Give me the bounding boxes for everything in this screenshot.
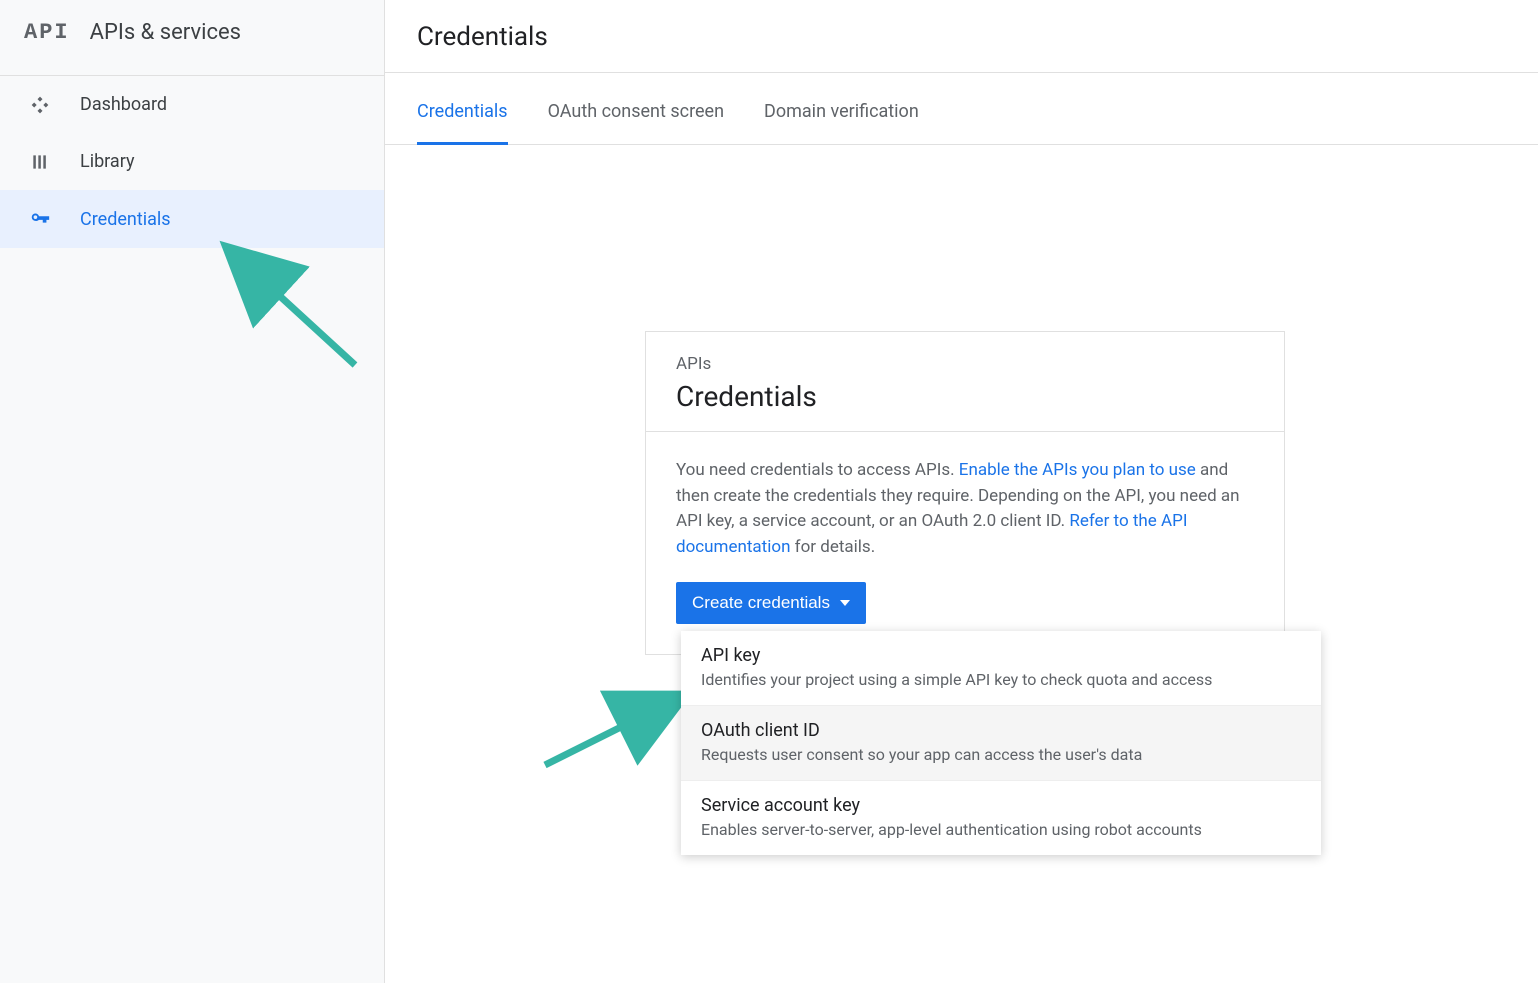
dropdown-item-desc: Enables server-to-server, app-level auth… — [701, 820, 1301, 839]
chevron-down-icon — [840, 600, 850, 606]
card-header: APIs Credentials — [646, 332, 1284, 432]
card-text-part: You need credentials to access APIs. — [676, 460, 959, 480]
dropdown-item-title: Service account key — [701, 795, 1301, 816]
sidebar-item-label: Credentials — [80, 209, 171, 230]
create-credentials-label: Create credentials — [692, 593, 830, 613]
api-logo: API — [24, 20, 70, 45]
sidebar-item-label: Library — [80, 151, 135, 172]
main-content: Credentials Credentials OAuth consent sc… — [385, 0, 1538, 983]
dropdown-item-desc: Requests user consent so your app can ac… — [701, 745, 1301, 764]
tabs: Credentials OAuth consent screen Domain … — [385, 73, 1538, 145]
page-title: Credentials — [417, 22, 1506, 52]
sidebar-nav: Dashboard Library Credentials — [0, 76, 384, 248]
credentials-card: APIs Credentials You need credentials to… — [645, 331, 1285, 655]
card-description: You need credentials to access APIs. Ena… — [676, 458, 1254, 560]
create-credentials-dropdown: API key Identifies your project using a … — [681, 631, 1321, 855]
sidebar-title: APIs & services — [90, 20, 241, 45]
library-icon — [28, 152, 52, 172]
key-icon — [28, 208, 52, 230]
dropdown-item-desc: Identifies your project using a simple A… — [701, 670, 1301, 689]
enable-apis-link[interactable]: Enable the APIs you plan to use — [959, 460, 1196, 480]
sidebar-header: API APIs & services — [0, 0, 384, 76]
sidebar-item-credentials[interactable]: Credentials — [0, 190, 384, 248]
sidebar-item-dashboard[interactable]: Dashboard — [0, 76, 384, 133]
dropdown-item-service-account[interactable]: Service account key Enables server-to-se… — [681, 780, 1321, 855]
sidebar-item-library[interactable]: Library — [0, 133, 384, 190]
card-eyebrow: APIs — [676, 354, 1254, 374]
dropdown-item-api-key[interactable]: API key Identifies your project using a … — [681, 631, 1321, 705]
content-area: APIs Credentials You need credentials to… — [385, 145, 1538, 983]
sidebar: API APIs & services Dashboard Library — [0, 0, 385, 983]
tab-oauth-consent[interactable]: OAuth consent screen — [548, 73, 724, 144]
dropdown-item-oauth-client[interactable]: OAuth client ID Requests user consent so… — [681, 705, 1321, 780]
card-title: Credentials — [676, 380, 1254, 413]
card-text-part: for details. — [790, 537, 875, 557]
tab-domain-verification[interactable]: Domain verification — [764, 73, 919, 144]
diamond-icon — [28, 95, 52, 115]
card-body: You need credentials to access APIs. Ena… — [646, 432, 1284, 654]
dropdown-item-title: API key — [701, 645, 1301, 666]
tab-credentials[interactable]: Credentials — [417, 73, 508, 144]
create-credentials-button[interactable]: Create credentials — [676, 582, 866, 624]
sidebar-item-label: Dashboard — [80, 94, 167, 115]
dropdown-item-title: OAuth client ID — [701, 720, 1301, 741]
main-header: Credentials — [385, 0, 1538, 73]
